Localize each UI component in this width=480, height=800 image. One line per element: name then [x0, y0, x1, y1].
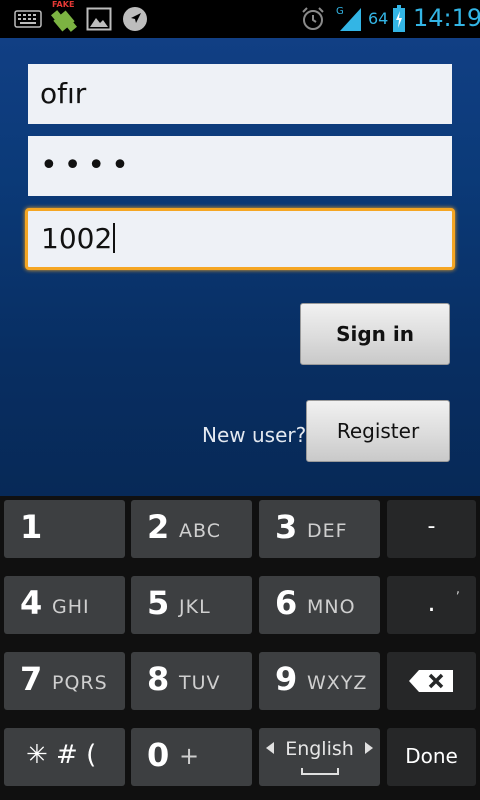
svg-text:G: G — [336, 6, 344, 17]
key-alt-symbol: , — [455, 582, 460, 597]
alarm-icon — [302, 7, 324, 30]
key-letters: MNO — [307, 596, 356, 618]
key-digit: 4 — [20, 584, 43, 622]
key-letters: JKL — [179, 596, 211, 618]
login-screen: ofır •••• 1002 Sign in New user? Registe… — [0, 38, 480, 496]
key-0[interactable]: 0 + — [131, 728, 252, 786]
key-letters: TUV — [179, 672, 221, 694]
password-field[interactable]: •••• — [28, 136, 452, 196]
key-9[interactable]: 9 WXYZ — [259, 652, 380, 710]
key-7[interactable]: 7 PQRS — [4, 652, 125, 710]
key-digit: 6 — [275, 584, 298, 622]
extension-field[interactable]: 1002 — [25, 208, 455, 270]
register-button[interactable]: Register — [306, 400, 450, 462]
key-8[interactable]: 8 TUV — [131, 652, 252, 710]
image-icon — [86, 7, 112, 31]
status-bar: FAKE G 64 14:19 — [0, 0, 480, 38]
key-letters: GHI — [52, 596, 90, 618]
key-symbols[interactable]: ✳ # ( — [4, 728, 125, 786]
battery-percent: 64 — [368, 9, 389, 28]
key-period[interactable]: . , — [387, 576, 476, 634]
key-letters: PQRS — [52, 672, 108, 694]
key-digit: 2 — [147, 508, 170, 546]
key-2[interactable]: 2 ABC — [131, 500, 252, 558]
key-3[interactable]: 3 DEF — [259, 500, 380, 558]
key-6[interactable]: 6 MNO — [259, 576, 380, 634]
sign-in-button[interactable]: Sign in — [300, 303, 450, 365]
key-digit: 1 — [20, 508, 43, 546]
clock: 14:19 — [413, 4, 480, 32]
fake-gps-icon — [51, 10, 77, 32]
key-1[interactable]: 1 — [4, 500, 125, 558]
numeric-keyboard: 1 2 ABC 3 DEF - 4 GHI 5 JKL 6 MNO . , 7 … — [0, 496, 480, 800]
backspace-key[interactable] — [387, 652, 476, 710]
key-digit: 8 — [147, 660, 170, 698]
key-letters: ABC — [179, 520, 221, 542]
key-5[interactable]: 5 JKL — [131, 576, 252, 634]
extension-value: 1002 — [41, 222, 113, 255]
navigation-icon — [123, 7, 147, 31]
space-bar-icon — [301, 768, 339, 775]
battery-charging-icon — [393, 5, 405, 32]
key-letters: DEF — [307, 520, 348, 542]
done-label: Done — [405, 744, 458, 768]
key-minus[interactable]: - — [387, 500, 476, 558]
key-symbol: ✳ # ( — [26, 740, 97, 770]
key-digit: 7 — [20, 660, 43, 698]
key-letters: WXYZ — [307, 672, 368, 694]
key-symbol: - — [427, 514, 436, 539]
new-user-label: New user? — [202, 423, 307, 447]
backspace-icon — [409, 670, 453, 692]
done-key[interactable]: Done — [387, 728, 476, 786]
language-label: English — [285, 738, 354, 760]
key-symbol: . — [427, 588, 436, 618]
signal-icon: G — [336, 6, 361, 31]
key-digit: 3 — [275, 508, 298, 546]
key-4[interactable]: 4 GHI — [4, 576, 125, 634]
language-key[interactable]: English — [259, 728, 380, 786]
key-digit: 9 — [275, 660, 298, 698]
keyboard-icon — [14, 10, 42, 28]
text-cursor — [113, 223, 116, 253]
chevron-right-icon — [365, 742, 373, 754]
key-digit: 5 — [147, 584, 170, 622]
key-letters: + — [179, 742, 201, 770]
username-field[interactable]: ofır — [28, 64, 452, 124]
key-digit: 0 — [147, 736, 170, 774]
